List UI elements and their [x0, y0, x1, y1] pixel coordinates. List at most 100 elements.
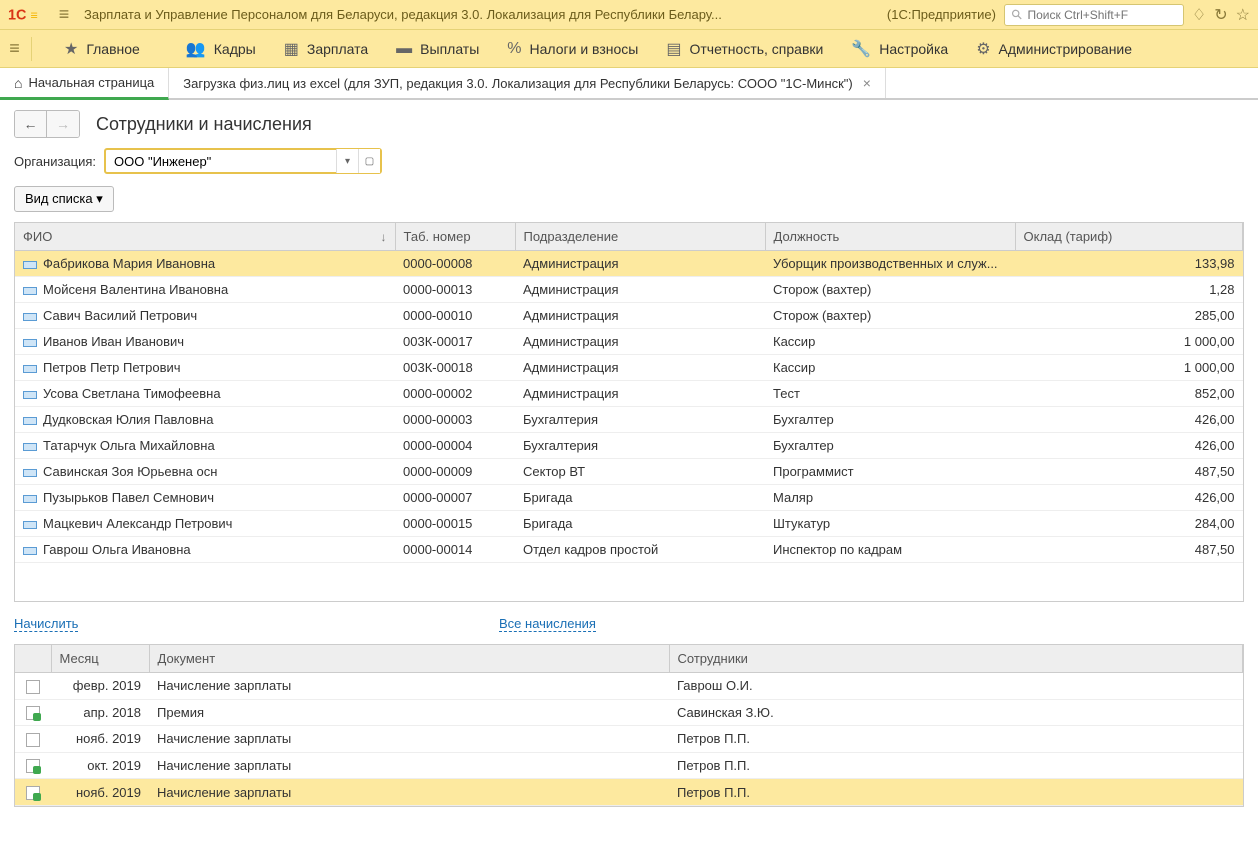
cell-status: [15, 779, 51, 806]
bcol-doc[interactable]: Документ: [149, 645, 669, 673]
bcol-emp[interactable]: Сотрудники: [669, 645, 1243, 673]
menu-personnel-label: Кадры: [214, 41, 256, 57]
cell-fio: Гаврош Ольга Ивановна: [15, 537, 395, 563]
accrue-link[interactable]: Начислить: [14, 616, 78, 632]
table-row[interactable]: Фабрикова Мария Ивановна0000-00008Админи…: [15, 251, 1243, 277]
table-row[interactable]: Усова Светлана Тимофеевна0000-00002Админ…: [15, 381, 1243, 407]
star-icon[interactable]: ☆: [1236, 5, 1250, 25]
cell-pos: Сторож (вахтер): [765, 303, 1015, 329]
table-row[interactable]: Савинская Зоя Юрьевна осн0000-00009Секто…: [15, 459, 1243, 485]
col-salary[interactable]: Оклад (тариф): [1015, 223, 1243, 251]
people-icon: 👥: [186, 39, 206, 59]
menu-taxes[interactable]: %Налоги и взносы: [507, 40, 638, 58]
menu-payments-label: Выплаты: [420, 41, 479, 57]
cell-pos: Тест: [765, 381, 1015, 407]
cell-tabno: 003К-00017: [395, 329, 515, 355]
tab-import[interactable]: Загрузка физ.лиц из excel (для ЗУП, реда…: [169, 68, 886, 98]
window-title: Зарплата и Управление Персоналом для Бел…: [84, 7, 879, 22]
col-pos[interactable]: Должность: [765, 223, 1015, 251]
table-row[interactable]: Пузырьков Павел Семнович0000-00007Бригад…: [15, 485, 1243, 511]
cell-salary: 487,50: [1015, 459, 1243, 485]
history-icon[interactable]: ↻: [1214, 5, 1227, 25]
cell-pos: Штукатур: [765, 511, 1015, 537]
menu-salary[interactable]: ▦Зарплата: [284, 39, 368, 59]
document-status-icon: [26, 786, 40, 800]
col-fio[interactable]: ФИО↓: [15, 223, 395, 251]
cell-emp: Савинская З.Ю.: [669, 699, 1243, 726]
cell-dept: Администрация: [515, 329, 765, 355]
org-dropdown-button[interactable]: ▾: [336, 149, 358, 173]
employee-icon: [23, 547, 37, 555]
col-tabno[interactable]: Таб. номер: [395, 223, 515, 251]
table-row[interactable]: февр. 2019Начисление зарплатыГаврош О.И.: [15, 673, 1243, 700]
tab-import-label: Загрузка физ.лиц из excel (для ЗУП, реда…: [183, 76, 853, 91]
table-row[interactable]: Гаврош Ольга Ивановна0000-00014Отдел кад…: [15, 537, 1243, 563]
close-icon[interactable]: ×: [863, 75, 871, 91]
table-row[interactable]: Иванов Иван Иванович003К-00017Администра…: [15, 329, 1243, 355]
org-input[interactable]: [106, 154, 336, 169]
view-row: Вид списка ▾: [0, 184, 1258, 222]
calculator-icon: ▦: [284, 39, 299, 59]
hamburger-icon[interactable]: ≡: [52, 3, 76, 27]
table-row[interactable]: окт. 2019Начисление зарплатыПетров П.П.: [15, 752, 1243, 779]
table-row[interactable]: Савич Василий Петрович0000-00010Админист…: [15, 303, 1243, 329]
tabbar: ⌂ Начальная страница Загрузка физ.лиц из…: [0, 68, 1258, 100]
cell-fio: Савинская Зоя Юрьевна осн: [15, 459, 395, 485]
employee-table: ФИО↓ Таб. номер Подразделение Должность …: [15, 223, 1243, 563]
cell-fio: Иванов Иван Иванович: [15, 329, 395, 355]
document-icon: ▤: [666, 39, 681, 59]
menu-reports[interactable]: ▤Отчетность, справки: [666, 39, 823, 59]
svg-text:≡: ≡: [31, 8, 38, 22]
document-status-icon: [26, 733, 40, 747]
menu-payments[interactable]: ▬Выплаты: [396, 40, 479, 58]
bell-icon[interactable]: ♢: [1192, 5, 1206, 25]
search-input[interactable]: [1028, 8, 1177, 22]
cell-pos: Уборщик производственных и служ...: [765, 251, 1015, 277]
tab-home[interactable]: ⌂ Начальная страница: [0, 68, 169, 100]
cell-fio: Дудковская Юлия Павловна: [15, 407, 395, 433]
org-select[interactable]: ▾ ▢: [104, 148, 382, 174]
table-row[interactable]: апр. 2018ПремияСавинская З.Ю.: [15, 699, 1243, 726]
cell-status: [15, 726, 51, 753]
cell-salary: 487,50: [1015, 537, 1243, 563]
document-status-icon: [26, 759, 40, 773]
titlebar-actions: ♢ ↻ ☆: [1192, 5, 1250, 25]
document-status-icon: [26, 706, 40, 720]
table-row[interactable]: Мойсеня Валентина Ивановна0000-00013Адми…: [15, 277, 1243, 303]
logo-1c: 1С≡: [8, 6, 44, 24]
table-row[interactable]: Мацкевич Александр Петрович0000-00015Бри…: [15, 511, 1243, 537]
cell-pos: Программист: [765, 459, 1015, 485]
cell-status: [15, 752, 51, 779]
menu-admin[interactable]: ⚙Администрирование: [976, 39, 1132, 59]
cell-month: февр. 2019: [51, 673, 149, 700]
col-dept[interactable]: Подразделение: [515, 223, 765, 251]
bcol-icon-header[interactable]: [15, 645, 51, 673]
table-row[interactable]: Дудковская Юлия Павловна0000-00003Бухгал…: [15, 407, 1243, 433]
table-row[interactable]: Петров Петр Петрович003К-00018Администра…: [15, 355, 1243, 381]
cell-dept: Бригада: [515, 485, 765, 511]
employee-icon: [23, 443, 37, 451]
cell-dept: Администрация: [515, 381, 765, 407]
menu-main[interactable]: ★Главное: [64, 39, 158, 59]
table-row[interactable]: Татарчук Ольга Михайловна0000-00004Бухга…: [15, 433, 1243, 459]
all-accruals-link[interactable]: Все начисления: [499, 616, 596, 632]
cell-dept: Администрация: [515, 277, 765, 303]
cell-tabno: 0000-00009: [395, 459, 515, 485]
global-search[interactable]: [1004, 4, 1184, 26]
table-row[interactable]: нояб. 2019Начисление зарплатыПетров П.П.: [15, 726, 1243, 753]
nav-back-button[interactable]: ←: [15, 111, 47, 137]
menu-personnel[interactable]: 👥 Кадры: [186, 39, 256, 59]
nav-forward-button[interactable]: →: [47, 111, 79, 137]
cell-month: нояб. 2019: [51, 726, 149, 753]
cell-doc: Начисление зарплаты: [149, 752, 669, 779]
org-open-button[interactable]: ▢: [358, 149, 380, 173]
cell-tabno: 0000-00002: [395, 381, 515, 407]
bcol-month[interactable]: Месяц: [51, 645, 149, 673]
menu-settings[interactable]: 🔧Настройка: [851, 39, 948, 59]
cell-fio: Пузырьков Павел Семнович: [15, 485, 395, 511]
sections-menu-icon[interactable]: ≡: [8, 37, 32, 61]
view-type-button[interactable]: Вид списка ▾: [14, 186, 114, 212]
employee-icon: [23, 287, 37, 295]
cell-fio: Усова Светлана Тимофеевна: [15, 381, 395, 407]
table-row[interactable]: нояб. 2019Начисление зарплатыПетров П.П.: [15, 779, 1243, 806]
